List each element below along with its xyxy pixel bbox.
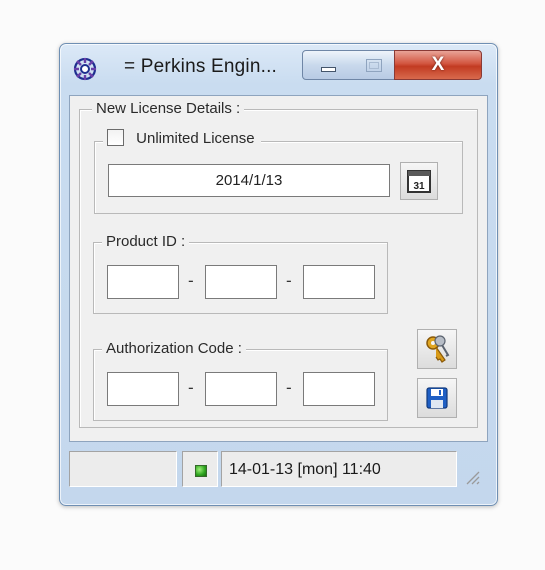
product-id-group: Product ID : - - <box>93 233 388 314</box>
app-icon[interactable] <box>72 56 98 82</box>
status-datetime: 14-01-13 [mon] 11:40 <box>229 461 381 478</box>
authorization-code-field-3[interactable] <box>303 372 375 406</box>
license-date-field[interactable]: 2014/1/13 <box>108 164 390 197</box>
client-area: New License Details : Unlimited License … <box>69 95 488 442</box>
authorization-code-group: Authorization Code : - - <box>93 340 388 421</box>
generate-code-button[interactable] <box>417 329 457 369</box>
unlimited-license-group: Unlimited License 2014/1/13 31 <box>94 128 463 214</box>
authorization-code-field-1[interactable] <box>107 372 179 406</box>
authorization-code-separator-2: - <box>286 378 292 397</box>
authorization-code-separator-1: - <box>188 378 194 397</box>
new-license-legend: New License Details : <box>92 100 245 118</box>
title-bar[interactable]: = Perkins Engin... X <box>60 44 497 96</box>
product-id-field-1[interactable] <box>107 265 179 299</box>
product-id-field-2[interactable] <box>205 265 277 299</box>
keys-icon <box>426 335 450 363</box>
calendar-icon: 31 <box>407 170 431 193</box>
app-window: = Perkins Engin... X New License Details… <box>59 43 498 506</box>
product-id-legend: Product ID : <box>102 233 190 251</box>
resize-grip-icon[interactable] <box>462 467 480 485</box>
unlimited-license-label: Unlimited License <box>136 130 255 147</box>
status-pane-empty <box>69 451 177 487</box>
product-id-separator-2: - <box>286 271 292 290</box>
calendar-button[interactable]: 31 <box>400 162 438 200</box>
product-id-field-3[interactable] <box>303 265 375 299</box>
product-id-separator-1: - <box>188 271 194 290</box>
save-icon <box>426 387 448 409</box>
calendar-icon-text: 31 <box>413 181 425 192</box>
unlimited-license-row: Unlimited License <box>103 128 261 148</box>
minimize-button[interactable] <box>302 50 354 80</box>
status-bar: 14-01-13 [mon] 11:40 <box>69 451 486 491</box>
authorization-code-field-2[interactable] <box>205 372 277 406</box>
close-button[interactable]: X <box>394 50 482 80</box>
close-icon: X <box>431 54 445 75</box>
new-license-group: New License Details : Unlimited License … <box>79 100 478 428</box>
authorization-code-legend: Authorization Code : <box>102 340 246 358</box>
maximize-icon <box>366 59 382 72</box>
minimize-icon <box>321 67 336 72</box>
status-led-icon <box>195 465 207 477</box>
save-button[interactable] <box>417 378 457 418</box>
unlimited-license-checkbox[interactable] <box>107 128 124 146</box>
window-title: = Perkins Engin... <box>124 56 278 77</box>
maximize-button[interactable] <box>353 50 395 80</box>
